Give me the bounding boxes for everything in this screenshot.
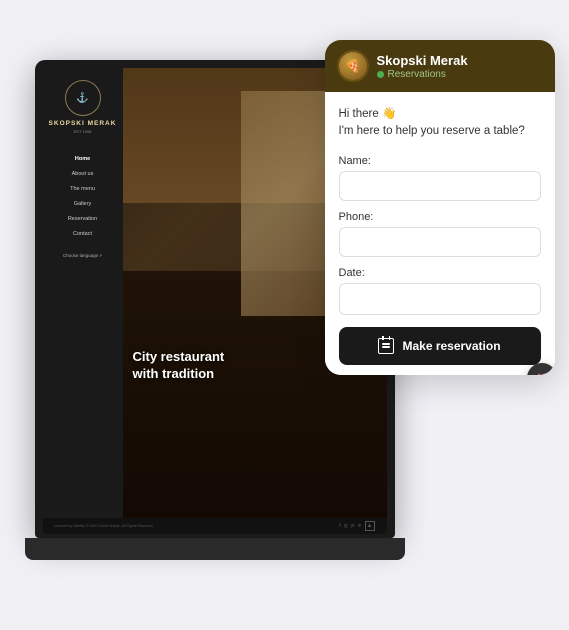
social-icons: f ig yt in xyxy=(339,523,361,529)
chat-widget: 🍕 Skopski Merak Reservations Hi there 👋 … xyxy=(325,40,555,375)
make-reservation-button[interactable]: Make reservation xyxy=(339,327,541,365)
date-input[interactable]: 31.08.2024 xyxy=(339,283,541,315)
date-label: Date: xyxy=(339,267,541,279)
calendar-lines xyxy=(382,343,390,348)
sidebar: ⚓ SKOPSKI MERAK EST 1995 Home About us T… xyxy=(43,68,123,518)
chat-header-info: Skopski Merak Reservations xyxy=(377,53,543,80)
name-input[interactable] xyxy=(339,171,541,201)
avatar-image: 🍕 xyxy=(339,52,367,80)
name-label: Name: xyxy=(339,155,541,167)
chat-header: 🍕 Skopski Merak Reservations xyxy=(325,40,555,92)
chat-status: Reservations xyxy=(377,69,543,80)
linkedin-icon: in xyxy=(358,523,362,529)
nav-item-contact[interactable]: Contact xyxy=(49,229,117,239)
footer-copyright: powered by Identity © 2020 Gorčin Mopac,… xyxy=(55,524,154,528)
status-dot xyxy=(377,71,384,78)
language-button[interactable]: Choose language > xyxy=(63,253,102,258)
nav-item-home[interactable]: Home xyxy=(49,154,117,164)
name-field-group: Name: xyxy=(339,155,541,201)
phone-label: Phone: xyxy=(339,211,541,223)
nav-item-gallery[interactable]: Gallery xyxy=(49,199,117,209)
facebook-icon: f xyxy=(339,523,340,529)
website-footer: powered by Identity © 2020 Gorčin Mopac,… xyxy=(43,518,387,534)
avatar: 🍕 xyxy=(337,50,369,82)
scroll-top-button[interactable]: ▲ xyxy=(365,521,375,531)
phone-input[interactable] xyxy=(339,227,541,257)
cal-line-1 xyxy=(382,343,390,345)
nav-items: Home About us The menu Gallery Reservati… xyxy=(49,154,117,239)
nav-item-reservation[interactable]: Reservation xyxy=(49,214,117,224)
brand-name: SKOPSKI MERAK xyxy=(49,120,117,128)
logo-area: ⚓ SKOPSKI MERAK EST 1995 xyxy=(49,80,117,134)
chat-title: Skopski Merak xyxy=(377,53,543,68)
laptop-base xyxy=(25,538,405,560)
chat-message: Hi there 👋 I'm here to help you reserve … xyxy=(339,106,541,141)
nav-item-menu[interactable]: The menu xyxy=(49,184,117,194)
brand-sub: EST 1995 xyxy=(49,129,117,134)
date-field-group: Date: 31.08.2024 xyxy=(339,267,541,315)
phone-field-group: Phone: xyxy=(339,211,541,257)
hero-text: City restaurant with tradition xyxy=(133,349,225,383)
calendar-icon xyxy=(378,338,394,354)
logo-icon: ⚓ xyxy=(76,93,88,104)
instagram-icon: ig xyxy=(344,523,348,529)
make-reservation-label: Make reservation xyxy=(402,339,500,353)
logo-circle: ⚓ xyxy=(65,80,101,116)
cal-line-2 xyxy=(382,346,390,348)
close-icon: × xyxy=(537,370,546,375)
scene: ⚓ SKOPSKI MERAK EST 1995 Home About us T… xyxy=(15,20,555,610)
nav-item-about[interactable]: About us xyxy=(49,169,117,179)
chat-body: Hi there 👋 I'm here to help you reserve … xyxy=(325,92,555,375)
status-label: Reservations xyxy=(388,69,446,80)
footer-right: f ig yt in ▲ xyxy=(339,521,374,531)
youtube-icon: yt xyxy=(351,523,355,529)
